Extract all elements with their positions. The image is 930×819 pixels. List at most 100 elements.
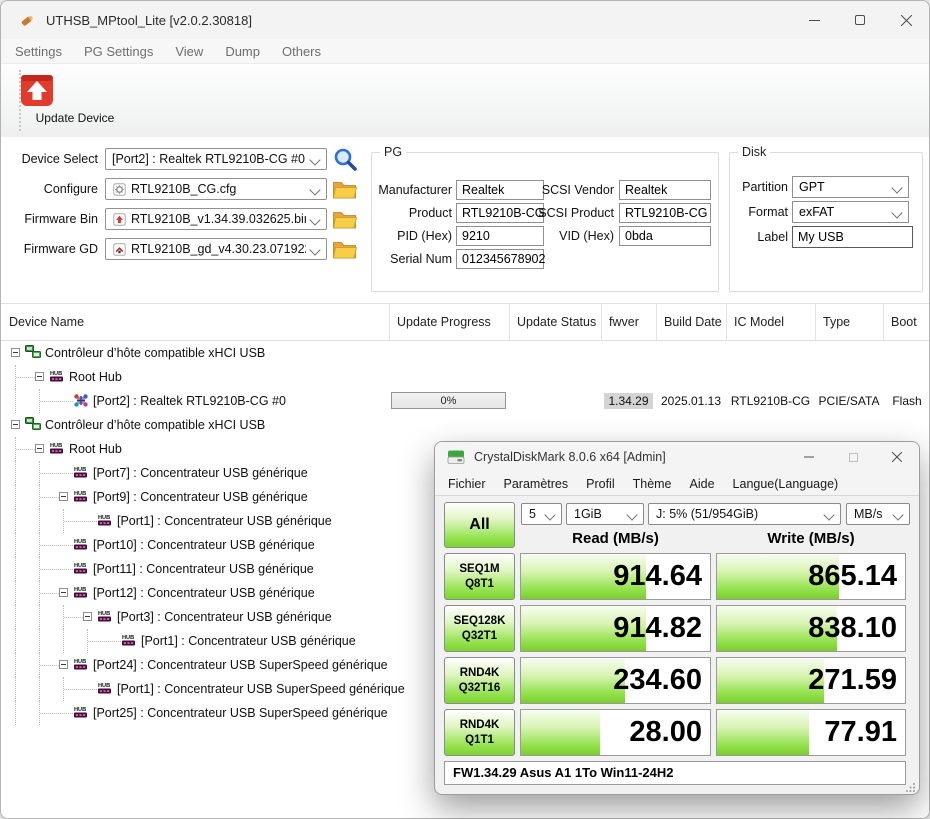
- tree-connector: [40, 401, 73, 402]
- test-type-button[interactable]: RND4KQ32T16: [444, 657, 515, 704]
- svg-text:HUB: HUB: [98, 611, 110, 617]
- col-update-progress[interactable]: Update Progress: [389, 304, 509, 341]
- menu-item-pg-settings[interactable]: PG Settings: [73, 44, 164, 59]
- search-device-button[interactable]: [332, 146, 359, 172]
- tree-expander-collapse[interactable]: [35, 444, 44, 453]
- fwver-cell: 1.34.29: [601, 389, 656, 413]
- col-ic-model[interactable]: IC Model: [726, 304, 815, 341]
- chevron-down-icon: [544, 509, 555, 520]
- scsi-product-field[interactable]: RTL9210B-CG: [619, 203, 711, 223]
- tree-expander-collapse[interactable]: [35, 372, 44, 381]
- cdm-maximize-button[interactable]: [831, 442, 875, 472]
- tree-expander-collapse[interactable]: [11, 348, 20, 357]
- serial-num-field[interactable]: 012345678902: [456, 249, 544, 269]
- cdm-menu-parametres[interactable]: Paramètres: [495, 477, 578, 491]
- speed-value: 234.60: [521, 658, 710, 703]
- toolbar: Update Device: [1, 64, 929, 138]
- tree-node-label: [Port24] : Concentrateur USB SuperSpeed …: [93, 653, 388, 677]
- cdm-minimize-button[interactable]: [787, 442, 831, 472]
- usb-hub-icon: HUB: [73, 537, 89, 553]
- scsi-vendor-field[interactable]: Realtek: [619, 180, 711, 200]
- all-test-button[interactable]: All: [444, 502, 515, 548]
- comment-box[interactable]: FW1.34.29 Asus A1 1To Win11-24H2: [444, 761, 906, 785]
- resize-grip[interactable]: [906, 782, 916, 792]
- browse-firmware-gd-button[interactable]: [332, 236, 359, 262]
- col-device-name[interactable]: Device Name: [1, 304, 389, 341]
- target-drive-select[interactable]: J: 5% (51/954GiB): [648, 503, 841, 525]
- update-progress-bar: 0%: [391, 392, 506, 409]
- tree-guide-line: [15, 629, 16, 653]
- cdm-menu-profil[interactable]: Profil: [577, 477, 623, 491]
- disk-label-field[interactable]: My USB: [792, 226, 913, 248]
- col-boot[interactable]: Boot: [883, 304, 930, 341]
- tree-expander-collapse[interactable]: [11, 420, 20, 429]
- col-build-date[interactable]: Build Date: [656, 304, 726, 341]
- product-label: Product: [374, 203, 452, 223]
- tree-row[interactable]: [Port2] : Realtek RTL9210B-CG #0 0% 1.34.2…: [1, 389, 929, 413]
- usb-hub-icon: HUB: [73, 489, 89, 505]
- tree-connector: [64, 521, 97, 522]
- browse-firmware-bin-button[interactable]: [332, 206, 359, 232]
- tree-connector: [40, 569, 73, 570]
- partition-select[interactable]: GPT: [792, 176, 909, 198]
- tree-row[interactable]: Contrôleur d’hôte compatible xHCI USB: [1, 413, 929, 437]
- menu-item-settings[interactable]: Settings: [4, 44, 73, 59]
- svg-text:HUB: HUB: [74, 491, 86, 497]
- partition-label: Partition: [732, 177, 788, 197]
- cdm-menu-langue[interactable]: Langue(Language): [724, 477, 848, 491]
- menu-bar: Settings PG Settings View Dump Others: [1, 39, 929, 64]
- chevron-down-icon: [309, 184, 320, 195]
- tree-row[interactable]: HUBRoot Hub: [1, 365, 929, 389]
- pg-group: PG Manufacturer Realtek SCSI Vendor Real…: [371, 152, 719, 292]
- type-cell: PCIE/SATA: [815, 389, 883, 413]
- svg-text:HUB: HUB: [122, 635, 134, 641]
- menu-item-dump[interactable]: Dump: [214, 44, 271, 59]
- configure-combo[interactable]: RTL9210B_CG.cfg: [105, 178, 327, 200]
- test-count-select[interactable]: 5: [521, 503, 562, 525]
- cdm-menu-fichier[interactable]: Fichier: [439, 477, 495, 491]
- usb-hub-icon: HUB: [121, 633, 137, 649]
- close-button[interactable]: [883, 1, 929, 39]
- tree-expander-collapse[interactable]: [59, 588, 68, 597]
- vid-field[interactable]: 0bda: [619, 226, 711, 246]
- usb-controller-icon: [25, 345, 41, 361]
- tree-guide-line: [39, 509, 40, 533]
- cdm-result-row: RND4KQ1T128.0077.91: [435, 709, 919, 756]
- svg-text:HUB: HUB: [74, 707, 86, 713]
- speed-value: 914.64: [521, 554, 710, 599]
- firmware-gd-combo[interactable]: RTL9210B_gd_v4.30.23.071922.bin: [105, 238, 327, 260]
- test-type-button[interactable]: SEQ1MQ8T1: [444, 553, 515, 600]
- chevron-down-icon: [823, 509, 834, 520]
- col-update-status[interactable]: Update Status: [509, 304, 601, 341]
- test-size-select[interactable]: 1GiB: [566, 503, 644, 525]
- disk-label-label: Label: [732, 227, 788, 247]
- boot-cell: Flash: [883, 389, 930, 413]
- tree-node-label: [Port2] : Realtek RTL9210B-CG #0: [93, 389, 286, 413]
- tree-guide-line: [15, 509, 16, 533]
- minimize-button[interactable]: [791, 1, 837, 39]
- tree-expander-collapse[interactable]: [83, 612, 92, 621]
- tree-row[interactable]: Contrôleur d’hôte compatible xHCI USB: [1, 341, 929, 365]
- cdm-menu-theme[interactable]: Thème: [624, 477, 681, 491]
- cdm-result-row: SEQ128KQ32T1914.82838.10: [435, 605, 919, 652]
- format-select[interactable]: exFAT: [792, 201, 909, 223]
- test-type-button[interactable]: SEQ128KQ32T1: [444, 605, 515, 652]
- tree-expander-collapse[interactable]: [59, 492, 68, 501]
- usb-device-icon: [73, 393, 89, 409]
- col-type[interactable]: Type: [815, 304, 883, 341]
- menu-item-others[interactable]: Others: [271, 44, 332, 59]
- maximize-button[interactable]: [837, 1, 883, 39]
- firmware-bin-combo[interactable]: RTL9210B_v1.34.39.032625.bin: [105, 208, 327, 230]
- cdm-menu-aide[interactable]: Aide: [681, 477, 724, 491]
- test-type-button[interactable]: RND4KQ1T1: [444, 709, 515, 756]
- tree-expander-collapse[interactable]: [59, 660, 68, 669]
- col-fwver[interactable]: fwver: [601, 304, 656, 341]
- update-device-button[interactable]: Update Device: [19, 72, 131, 125]
- cdm-close-button[interactable]: [875, 442, 919, 472]
- svg-text:HUB: HUB: [74, 563, 86, 569]
- unit-select[interactable]: MB/s: [846, 503, 910, 525]
- menu-item-view[interactable]: View: [164, 44, 214, 59]
- device-select-combo[interactable]: [Port2] : Realtek RTL9210B-CG #0: [105, 148, 327, 170]
- browse-config-button[interactable]: [332, 176, 359, 202]
- tree-node-label: [Port7] : Concentrateur USB générique: [93, 461, 308, 485]
